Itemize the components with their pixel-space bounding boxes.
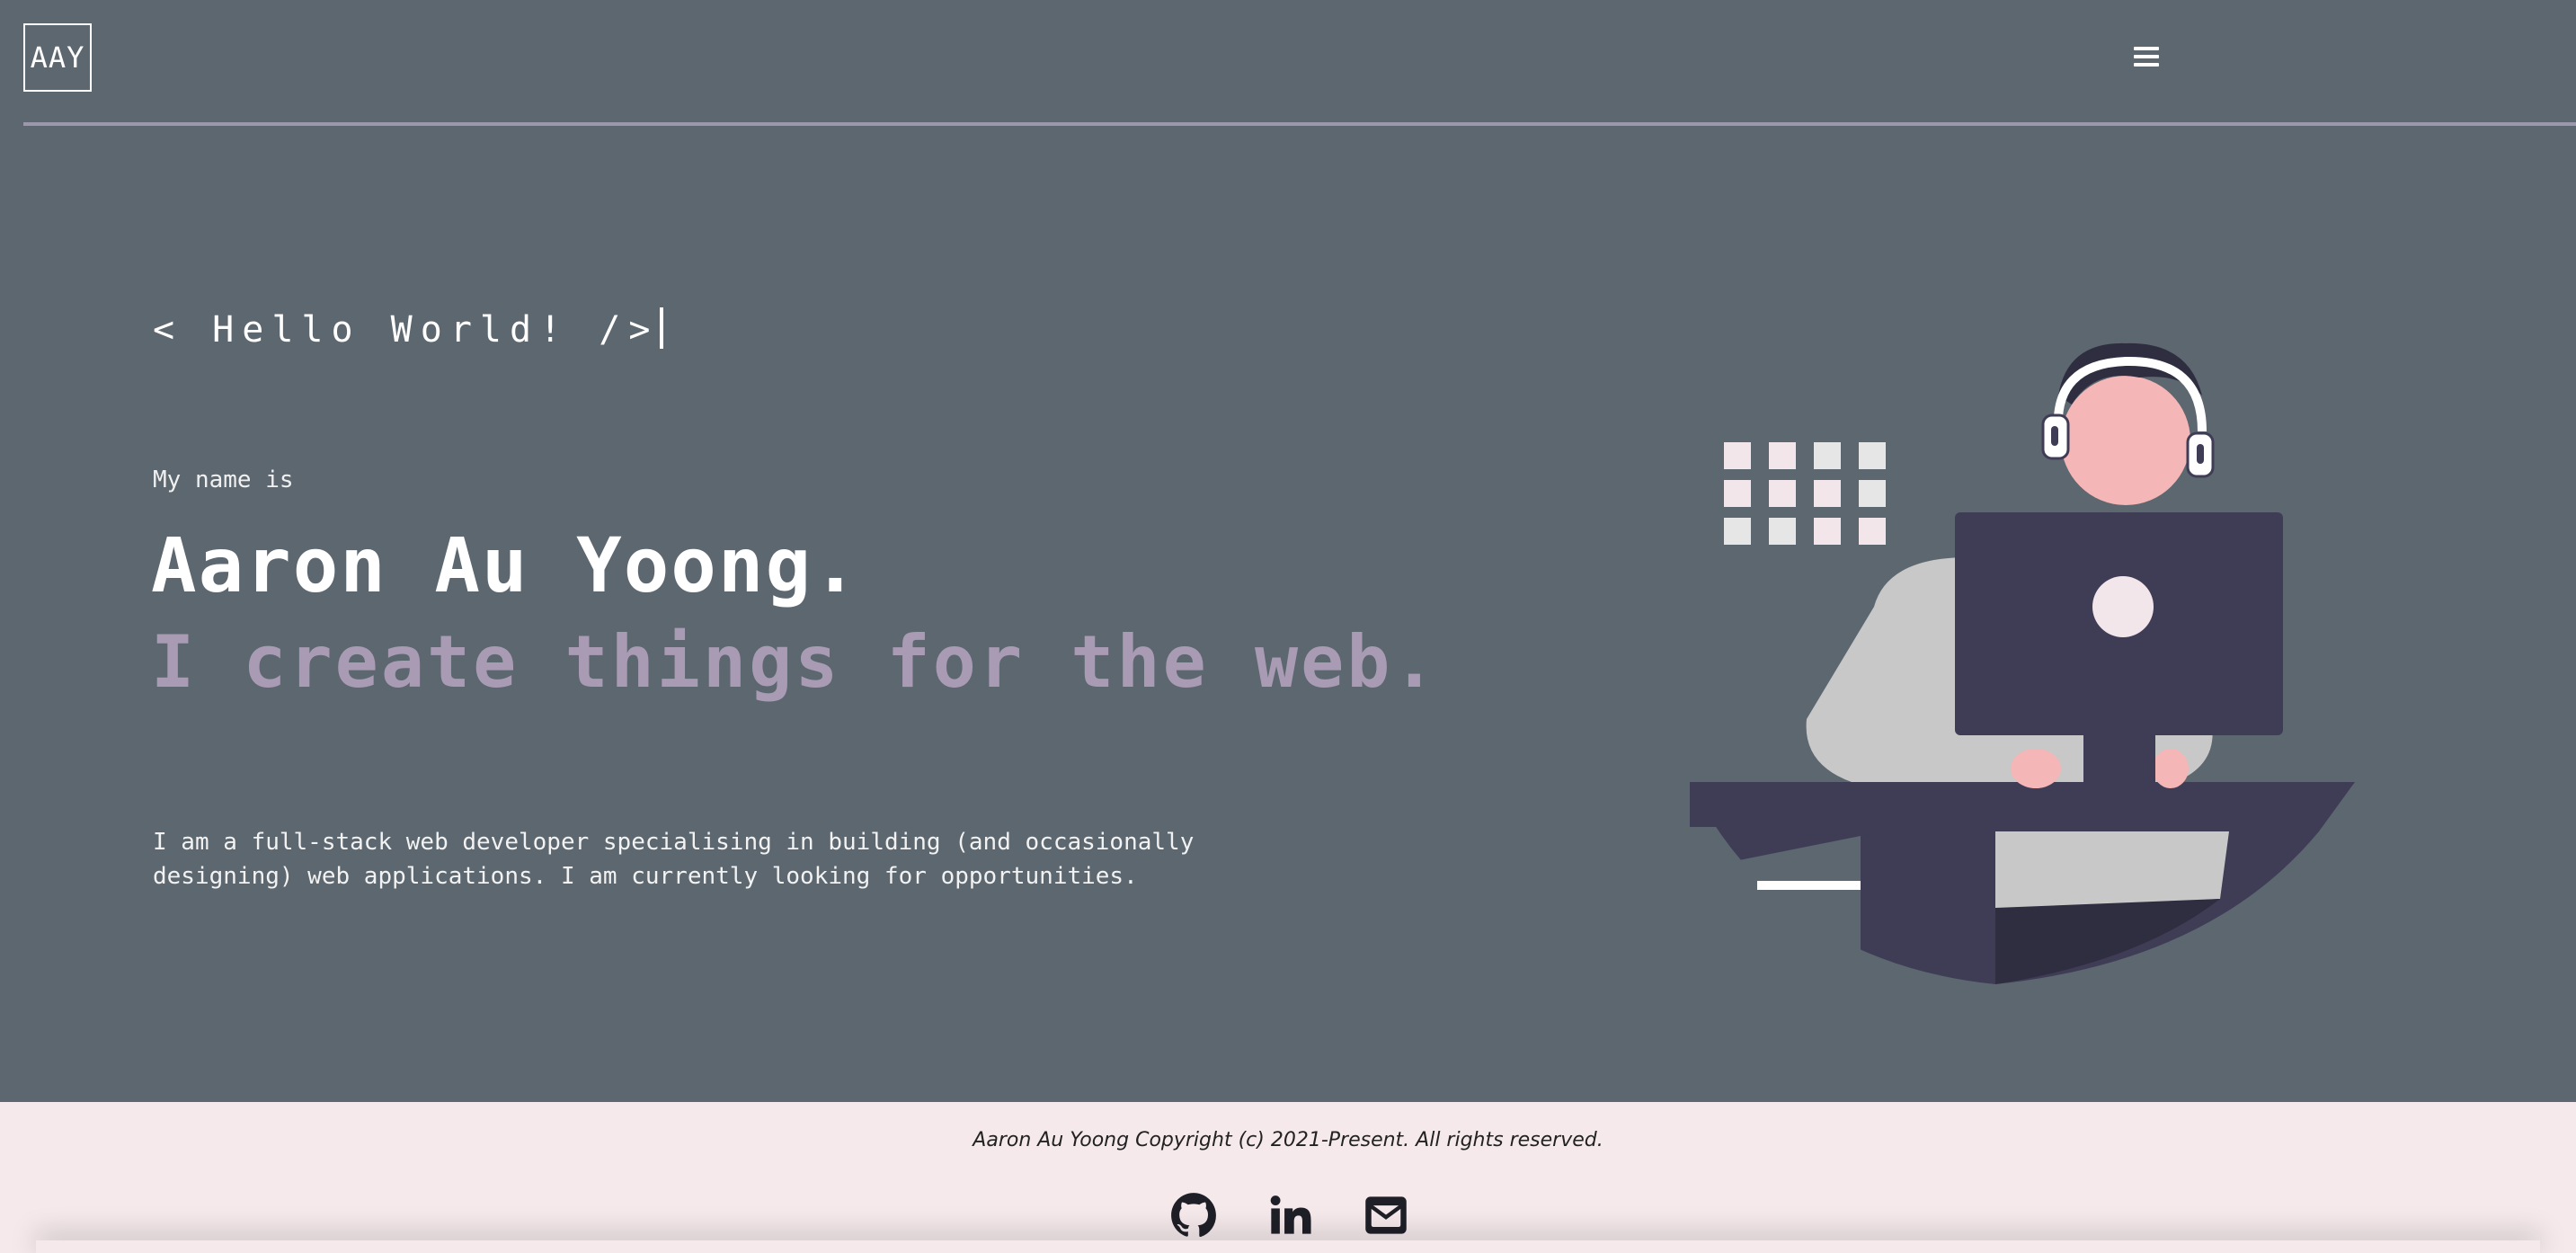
copyright-text: Aaron Au Yoong Copyright (c) 2021-Presen… — [973, 1129, 1603, 1151]
github-icon[interactable] — [1170, 1192, 1217, 1239]
typing-cursor — [660, 307, 664, 349]
hamburger-menu-icon[interactable] — [2134, 47, 2159, 70]
hero-tagline: I create things for the web. — [151, 620, 1439, 704]
logo-text: AAY — [30, 40, 85, 75]
greeting-text: < Hello World! /> — [153, 309, 659, 351]
developer-illustration — [1690, 342, 2355, 984]
hero-greeting: < Hello World! /> — [153, 307, 664, 351]
hero-bio: I am a full-stack web developer speciali… — [153, 829, 1195, 890]
email-icon[interactable] — [1363, 1192, 1409, 1239]
linkedin-icon[interactable] — [1267, 1192, 1314, 1239]
hero-intro: My name is — [153, 467, 294, 493]
social-links — [0, 1192, 2576, 1246]
header-divider — [23, 122, 2576, 126]
decorative-grid — [1724, 442, 1886, 545]
site-footer: Aaron Au Yoong Copyright (c) 2021-Presen… — [0, 1102, 2576, 1253]
hero-name: Aaron Au Yoong. — [151, 521, 860, 609]
site-header: AAY — [0, 0, 2576, 123]
logo[interactable]: AAY — [23, 23, 92, 92]
